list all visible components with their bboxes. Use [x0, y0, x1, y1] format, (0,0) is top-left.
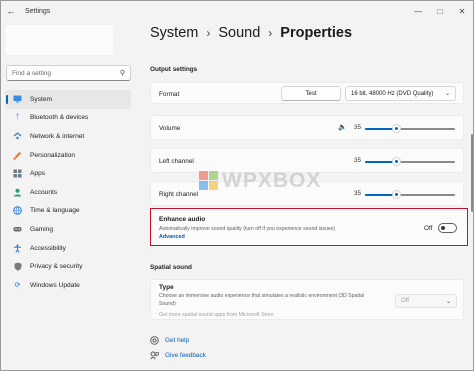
- test-button[interactable]: Test: [281, 86, 341, 101]
- enhance-audio-state: Off: [424, 225, 433, 232]
- sidebar-item-network[interactable]: Network & internet: [5, 127, 131, 146]
- enhance-audio-title: Enhance audio: [159, 216, 206, 223]
- sidebar-item-label: Bluetooth & devices: [30, 114, 89, 122]
- sidebar-item-accounts[interactable]: Accounts: [5, 183, 131, 202]
- volume-row: Volume 🔈 35: [150, 115, 464, 140]
- enhance-audio-row: Enhance audio Automatically improve soun…: [150, 208, 468, 246]
- spatial-type-description: Choose an immersive audio experience tha…: [159, 293, 365, 307]
- enhance-audio-toggle[interactable]: [438, 223, 457, 233]
- page-title: Properties: [280, 25, 353, 41]
- maximize-icon[interactable]: □: [429, 1, 451, 21]
- sidebar-item-label: Accounts: [30, 188, 58, 196]
- section-title-output: Output settings: [150, 66, 198, 73]
- update-icon: ⟳: [14, 281, 21, 289]
- search-input[interactable]: Find a setting ⚲: [6, 65, 131, 81]
- section-title-spatial: Spatial sound: [150, 264, 192, 271]
- breadcrumb-sound[interactable]: Sound: [218, 25, 260, 41]
- left-channel-slider[interactable]: [365, 157, 455, 166]
- sidebar-item-personalization[interactable]: Personalization: [5, 146, 131, 165]
- user-profile-card[interactable]: [6, 25, 113, 55]
- brush-icon: [13, 151, 22, 160]
- sidebar-item-label: System: [30, 95, 52, 103]
- format-row: Format Test 16 bit, 48000 Hz (DVD Qualit…: [150, 82, 464, 104]
- chevron-down-icon: ⌄: [444, 91, 450, 97]
- sidebar-nav: System ᛉ Bluetooth & devices Network & i…: [5, 90, 131, 295]
- spatial-type-value: Off: [401, 298, 409, 304]
- store-link[interactable]: Get more spatial sound apps from Microso…: [159, 312, 273, 318]
- slider-thumb[interactable]: [392, 124, 401, 133]
- sidebar-item-label: Personalization: [30, 151, 76, 159]
- scrollbar[interactable]: [471, 134, 473, 212]
- sidebar-item-label: Network & internet: [30, 132, 85, 140]
- chevron-right-icon: ›: [206, 26, 211, 40]
- right-channel-value: 35: [354, 190, 361, 197]
- settings-window: ← Settings — □ ✕ Find a setting ⚲ System…: [0, 0, 474, 371]
- person-icon: [13, 188, 22, 197]
- shield-icon: [13, 262, 22, 271]
- get-help-link[interactable]: Get help: [150, 336, 189, 345]
- monitor-icon: [13, 95, 22, 104]
- get-help-label: Get help: [165, 337, 190, 344]
- sidebar-item-privacy-security[interactable]: Privacy & security: [5, 257, 131, 276]
- window-controls: — □ ✕: [407, 1, 473, 21]
- left-channel-value: 35: [354, 157, 361, 164]
- chevron-down-icon: ⌄: [445, 298, 451, 305]
- volume-value: 35: [354, 124, 361, 131]
- chevron-right-icon: ›: [268, 26, 273, 40]
- give-feedback-link[interactable]: Give feedback: [150, 351, 206, 360]
- window-title: Settings: [25, 7, 51, 15]
- right-channel-label: Right channel: [159, 191, 199, 198]
- give-feedback-label: Give feedback: [165, 352, 206, 359]
- spatial-type-row: Type Choose an immersive audio experienc…: [150, 279, 464, 320]
- bluetooth-icon: ᛉ: [15, 114, 20, 122]
- apps-icon: [13, 169, 22, 178]
- right-channel-row: Right channel 35: [150, 181, 464, 206]
- sidebar-item-bluetooth[interactable]: ᛉ Bluetooth & devices: [5, 109, 131, 128]
- volume-label: Volume: [159, 125, 181, 132]
- sidebar-item-system[interactable]: System: [5, 90, 131, 109]
- search-icon: ⚲: [119, 70, 125, 77]
- title-bar: ← Settings — □ ✕: [1, 1, 473, 21]
- slider-thumb[interactable]: [392, 190, 401, 199]
- right-channel-slider[interactable]: [365, 190, 455, 199]
- globe-icon: [13, 206, 22, 216]
- gamepad-icon: [13, 225, 22, 234]
- sidebar-item-label: Privacy & security: [30, 263, 83, 271]
- sidebar-item-apps[interactable]: Apps: [5, 164, 131, 183]
- sidebar-item-label: Apps: [30, 170, 46, 178]
- format-label: Format: [159, 91, 180, 98]
- sidebar-item-label: Windows Update: [30, 281, 80, 289]
- back-arrow-icon[interactable]: ←: [3, 6, 19, 16]
- speaker-icon[interactable]: 🔈: [338, 123, 347, 131]
- search-placeholder: Find a setting: [12, 69, 52, 77]
- format-value: 16 bit, 48000 Hz (DVD Quality): [351, 90, 434, 97]
- sidebar-item-time-language[interactable]: Time & language: [5, 202, 131, 221]
- breadcrumb-system[interactable]: System: [150, 25, 198, 41]
- spatial-type-select[interactable]: Off ⌄: [395, 294, 457, 308]
- advanced-link[interactable]: Advanced: [159, 234, 185, 240]
- left-channel-row: Left channel 35: [150, 148, 464, 173]
- format-select[interactable]: 16 bit, 48000 Hz (DVD Quality) ⌄: [345, 86, 456, 101]
- close-icon[interactable]: ✕: [451, 1, 473, 21]
- sidebar-item-label: Accessibility: [30, 244, 66, 252]
- enhance-audio-description: Automatically improve sound quality (tur…: [159, 226, 336, 232]
- volume-slider[interactable]: [365, 124, 455, 133]
- left-channel-label: Left channel: [159, 158, 194, 165]
- breadcrumb: System › Sound › Properties: [150, 25, 352, 41]
- sidebar-item-windows-update[interactable]: ⟳ Windows Update: [5, 276, 131, 295]
- minimize-icon[interactable]: —: [407, 1, 429, 21]
- accessibility-icon: [13, 244, 22, 253]
- spatial-type-title: Type: [159, 284, 174, 291]
- sidebar-item-gaming[interactable]: Gaming: [5, 220, 131, 239]
- network-icon: [13, 132, 22, 141]
- slider-thumb[interactable]: [392, 157, 401, 166]
- sidebar-item-label: Gaming: [30, 225, 54, 233]
- feedback-icon: [150, 351, 159, 360]
- sidebar-item-label: Time & language: [30, 207, 80, 215]
- help-icon: [150, 336, 159, 345]
- sidebar-item-accessibility[interactable]: Accessibility: [5, 239, 131, 258]
